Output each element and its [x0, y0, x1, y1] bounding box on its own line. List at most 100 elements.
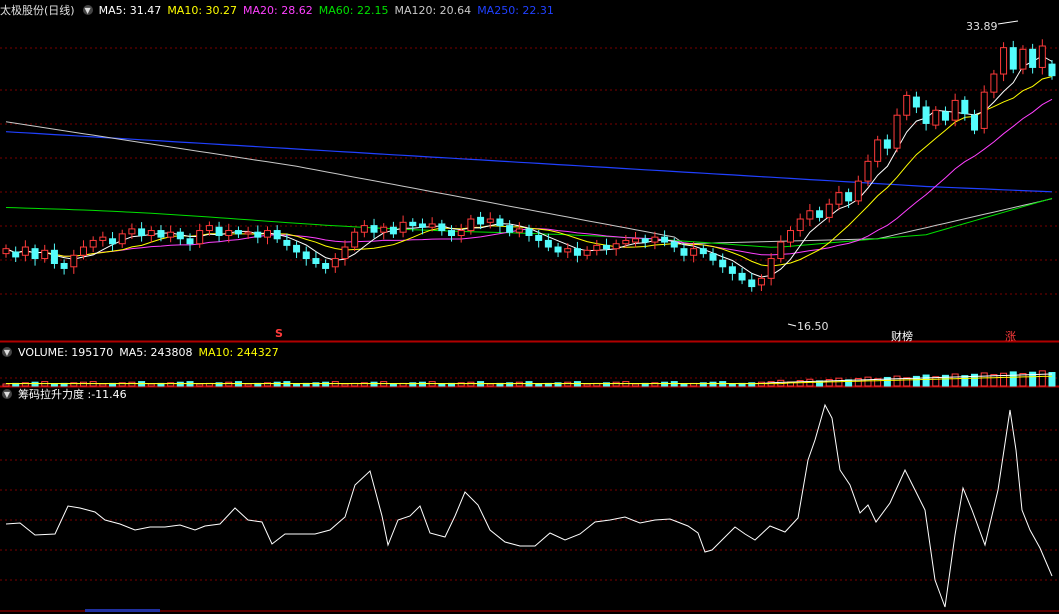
candle-down: [719, 259, 727, 268]
marker-caibang[interactable]: 财榜: [891, 328, 913, 344]
candle-down: [670, 241, 678, 248]
candle-down: [544, 239, 552, 248]
candle-up: [2, 248, 10, 255]
high-arrow-line: [997, 20, 1019, 25]
candle-up: [205, 225, 213, 232]
candle-up: [690, 248, 698, 256]
volume-bar: [293, 383, 301, 387]
volume-bar: [680, 383, 688, 387]
candle-down: [138, 228, 146, 236]
candle-up: [990, 73, 998, 93]
candle-down: [602, 244, 610, 250]
volume-bar: [389, 383, 397, 387]
chart-canvas[interactable]: [0, 0, 1059, 614]
candle-up: [380, 226, 388, 233]
candle-up: [128, 228, 136, 235]
candle-up: [767, 258, 775, 279]
candle-up: [225, 230, 233, 236]
high-price-label: 33.89: [966, 20, 998, 33]
candle-down: [845, 192, 853, 202]
candle-down: [312, 258, 320, 265]
candle-up: [777, 241, 785, 260]
candle-down: [186, 238, 194, 245]
candle-up: [651, 236, 659, 243]
candle-down: [883, 139, 891, 149]
candle-up: [1019, 48, 1027, 70]
candle-up: [341, 246, 349, 260]
candle-up: [118, 233, 126, 245]
candle-up: [583, 249, 591, 256]
volume-bar: [1009, 371, 1017, 387]
volume-bar: [438, 383, 446, 387]
candle-up: [41, 249, 49, 260]
candle-down: [448, 230, 456, 236]
candle-up: [757, 277, 765, 286]
candle-up: [79, 246, 87, 256]
candle-down: [748, 279, 756, 288]
candle-up: [486, 218, 494, 223]
candle-down: [680, 248, 688, 256]
candle-up: [1038, 45, 1046, 68]
candle-up: [263, 230, 272, 238]
candle-down: [60, 263, 68, 269]
candle-up: [515, 228, 523, 233]
volume-bar: [341, 383, 349, 387]
marker-zhang[interactable]: 涨: [1005, 328, 1016, 344]
candle-up: [89, 239, 97, 248]
scrollbar-thumb: [85, 609, 160, 612]
candle-down: [554, 246, 562, 253]
marker-s[interactable]: S: [275, 327, 283, 340]
stock-chart-window: 太极股份(日线) ▼ MA5: 31.47 MA10: 30.27 MA20: …: [0, 0, 1059, 614]
candle-down: [496, 218, 504, 227]
candle-up: [147, 230, 155, 236]
candle-down: [409, 221, 417, 227]
candle-up: [196, 230, 204, 245]
candle-down: [699, 248, 707, 255]
candle-down: [941, 111, 949, 121]
volume-bar: [632, 383, 640, 387]
candle-up: [331, 258, 339, 268]
volume-bar: [535, 383, 543, 387]
candle-up: [351, 231, 359, 248]
candle-down: [254, 231, 262, 238]
candle-down: [709, 253, 717, 261]
candle-up: [874, 139, 882, 162]
candle-up: [932, 109, 940, 126]
candle-up: [593, 244, 601, 251]
low-arrow-line: [787, 323, 797, 327]
candle-up: [854, 180, 862, 202]
candle-up: [244, 231, 252, 235]
ma5-line: [5, 55, 1053, 278]
candle-down: [816, 210, 824, 218]
candle-down: [109, 238, 117, 245]
candle-down: [389, 226, 397, 235]
candle-down: [273, 230, 281, 240]
candle-up: [632, 238, 640, 243]
volume-bar: [922, 374, 930, 387]
candle-up: [835, 192, 843, 205]
candle-up: [825, 203, 833, 218]
candle-down: [477, 216, 485, 225]
volume-bar: [50, 383, 58, 387]
candle-up: [21, 246, 29, 256]
candle-down: [176, 231, 184, 240]
candle-down: [302, 251, 310, 260]
candle-up: [622, 239, 630, 245]
candle-down: [157, 230, 165, 238]
volume-bar: [147, 383, 155, 387]
candle-up: [980, 91, 988, 129]
candle-down: [283, 239, 291, 246]
volume-bar: [486, 383, 494, 387]
volume-bar: [196, 383, 204, 387]
candle-up: [564, 248, 572, 253]
candle-down: [234, 230, 242, 235]
candle-down: [641, 238, 649, 243]
candle-down: [961, 99, 969, 115]
candle-down: [293, 244, 301, 253]
candle-down: [922, 106, 930, 124]
candle-down: [12, 251, 20, 258]
candle-up: [612, 243, 620, 250]
candle-up: [1000, 47, 1008, 75]
candle-down: [971, 114, 979, 131]
candle-down: [438, 223, 446, 232]
